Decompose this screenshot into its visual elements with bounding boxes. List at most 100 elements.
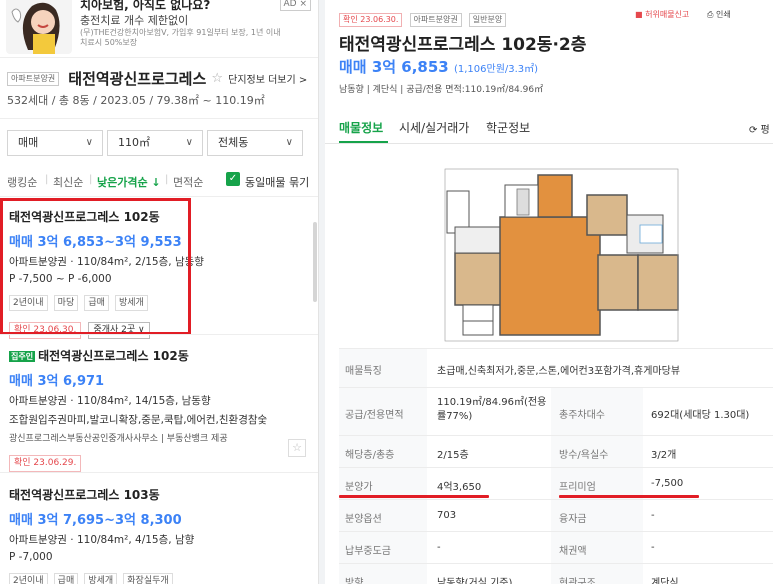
- listing-item[interactable]: 태전역광신프로그레스 103동 매매 3억 7,695~3억 8,300 아파트…: [9, 486, 318, 584]
- confirm-date-badge: 확인 23.06.30.: [9, 322, 82, 339]
- info-row: 방향 남동향(거실 기준) 현관구조 계단식: [339, 564, 773, 584]
- listing-title-text: 태전역광신프로그레스 102동: [38, 349, 189, 363]
- listing-panel: 치아보험, 아직도 없나요? 충전치료 개수 제한없이 (무)THE건강한치아보…: [0, 0, 319, 584]
- listing-chips: 2년이내 급매 방세개 화장실두개: [9, 568, 318, 584]
- listing-price: 매매 3억 7,695~3억 8,300: [9, 513, 182, 528]
- print-button[interactable]: ⎙ 인쇄: [707, 9, 731, 20]
- favorite-star-icon[interactable]: ☆: [288, 439, 306, 457]
- info-value: -: [651, 542, 655, 553]
- divider: [0, 472, 318, 473]
- info-label: 방향: [345, 578, 364, 584]
- info-value: 4억3,650: [437, 482, 482, 493]
- print-icon: ⎙: [707, 10, 714, 19]
- listing-price: 매매 3억 6,971: [9, 374, 105, 389]
- report-label: 허위매물신고: [645, 10, 690, 19]
- listing-info-table: 매물특징 초급매,신축최저가,중문,스톤,에어컨3포함가격,휴게마당뷰 공급/전…: [339, 348, 773, 584]
- listing-price: 매매 3억 6,853~3억 9,553: [9, 235, 182, 250]
- info-label: 분양가: [345, 482, 373, 493]
- tab-price-history[interactable]: 시세/실거래가: [399, 119, 469, 136]
- info-value: -: [651, 510, 655, 521]
- info-value: 남동향(거실 기준): [437, 578, 513, 584]
- scrollbar[interactable]: [313, 222, 317, 302]
- detail-panel: 확인 23.06.30. 아파트분양권 일반분양 ■ 허위매물신고 ⎙ 인쇄 태…: [325, 0, 773, 584]
- info-label: 매물특징: [345, 366, 382, 377]
- detail-price-unit: (1,106만원/3.3㎡): [453, 64, 539, 75]
- group-same-checkbox[interactable]: ✓: [226, 172, 240, 186]
- confirm-date-badge: 확인 23.06.29.: [9, 455, 82, 472]
- info-label: 총주차대수: [559, 410, 605, 421]
- info-value: -7,500: [651, 478, 684, 489]
- info-row: 납부중도금 - 채권액 -: [339, 532, 773, 564]
- feature-chip: 2년이내: [9, 573, 48, 584]
- building-value: 전체동: [218, 136, 249, 149]
- feature-chip: 2년이내: [9, 295, 48, 311]
- sort-area[interactable]: 면적순: [173, 174, 203, 190]
- detail-title: 태전역광신프로그레스 102동·2층: [339, 35, 587, 55]
- refresh-button[interactable]: ⟳ 평: [749, 121, 770, 136]
- group-same-label[interactable]: 동일매물 묶기: [245, 174, 309, 190]
- listing-title[interactable]: 태전역광신프로그레스 102동: [9, 208, 318, 225]
- complex-name[interactable]: 태전역광신프로그레스: [68, 70, 206, 88]
- info-row: 분양가 4억3,650 프리미엄 -7,500: [339, 468, 773, 500]
- favorite-star-icon[interactable]: ☆: [211, 71, 223, 86]
- ad-image[interactable]: [6, 0, 72, 54]
- info-label: 분양옵션: [345, 514, 382, 525]
- sort-separator: |: [89, 174, 93, 185]
- building-select[interactable]: 전체동 ∨: [207, 130, 303, 156]
- tab-divider: [325, 143, 773, 144]
- info-value: 703: [437, 510, 457, 521]
- listing-chips: 2년이내 마당 급매 방세개: [9, 290, 318, 311]
- report-false-listing-button[interactable]: ■ 허위매물신고: [635, 9, 689, 20]
- info-label: 채권액: [559, 546, 587, 557]
- listing-spec: 아파트분양권 · 110/84m², 14/15층, 남동향: [9, 395, 211, 407]
- ad-fineprint: (무)THE건강한치아보험V, 가입후 91일부터 보장, 1년 이내 치료시 …: [80, 28, 281, 47]
- listing-item[interactable]: 태전역광신프로그레스 102동 매매 3억 6,853~3억 9,553 아파트…: [9, 208, 318, 339]
- complex-more-link[interactable]: 단지정보 더보기 >: [228, 75, 307, 86]
- detail-price: 매매 3억 6,853 (1,106만원/3.3㎡): [339, 56, 538, 77]
- sort-latest[interactable]: 최신순: [53, 174, 83, 190]
- info-row: 공급/전용면적 110.19㎡/84.96㎡(전용률77%) 총주차대수 692…: [339, 388, 773, 436]
- listing-item[interactable]: 집주인 태전역광신프로그레스 102동 매매 3억 6,971 아파트분양권 · …: [9, 347, 318, 472]
- divider: [0, 334, 318, 335]
- owner-direct-tag: 집주인: [9, 351, 36, 362]
- feature-chip: 방세개: [114, 295, 148, 311]
- info-value: 2/15층: [437, 450, 469, 461]
- listing-title[interactable]: 집주인 태전역광신프로그레스 102동: [9, 347, 318, 364]
- listing-agency: 광신프로그레스부동산공인중개사사무소 | 부동산뱅크 제공: [9, 434, 228, 444]
- info-value: 계단식: [651, 578, 679, 584]
- sort-low-price[interactable]: 낮은가격순 ↓: [97, 174, 161, 190]
- area-select[interactable]: 110㎡ ∨: [107, 130, 203, 156]
- tab-listing-info[interactable]: 매물정보: [339, 119, 383, 136]
- print-label: 인쇄: [715, 10, 731, 19]
- sort-ranking[interactable]: 랭킹순: [7, 174, 37, 190]
- ad-close-badge[interactable]: AD ×: [279, 0, 311, 11]
- trade-type-select[interactable]: 매매 ∨: [7, 130, 103, 156]
- feature-chip: 급매: [53, 573, 79, 584]
- broker-dropdown-button[interactable]: 중개사 2곳 ∨: [88, 322, 150, 339]
- floor-plan-image[interactable]: [425, 165, 680, 345]
- ad-banner[interactable]: 치아보험, 아직도 없나요? 충전치료 개수 제한없이 (무)THE건강한치아보…: [0, 0, 318, 58]
- listing-premium: P -7,000: [9, 551, 53, 563]
- complex-type-tag: 아파트분양권: [7, 71, 60, 86]
- detail-tags: 확인 23.06.30. 아파트분양권 일반분양: [339, 7, 508, 27]
- info-row: 매물특징 초급매,신축최저가,중문,스톤,에어컨3포함가격,휴게마당뷰: [339, 348, 773, 388]
- listing-title[interactable]: 태전역광신프로그레스 103동: [9, 486, 318, 503]
- divider: [0, 196, 318, 197]
- sort-separator: |: [165, 174, 169, 185]
- highlight-underline: [559, 495, 699, 498]
- ad-subtitle: 충전치료 개수 제한없이: [80, 14, 189, 27]
- feature-chip: 화장실두개: [123, 573, 173, 584]
- feature-chip: 급매: [84, 295, 109, 311]
- listing-description: 조합원입주권마피,발코니확장,중문,쿡탑,에어컨,친환경참숯: [9, 414, 268, 426]
- info-row: 분양옵션 703 융자금 -: [339, 500, 773, 532]
- info-label: 방수/욕실수: [559, 450, 609, 461]
- info-value: 692대(세대당 1.30대): [651, 410, 750, 421]
- info-label: 납부중도금: [345, 546, 391, 557]
- listing-spec: 아파트분양권 · 110/84m², 2/15층, 남동향: [9, 256, 204, 268]
- tab-school-info[interactable]: 학군정보: [486, 119, 530, 136]
- detail-spec: 남동향 | 계단식 | 공급/전용 면적:110.19㎡/84.96㎡: [339, 85, 544, 95]
- info-label: 융자금: [559, 514, 587, 525]
- chevron-down-icon: ∨: [185, 137, 193, 148]
- confirm-date-tag: 확인 23.06.30.: [339, 13, 403, 27]
- area-value: 110㎡: [118, 136, 150, 149]
